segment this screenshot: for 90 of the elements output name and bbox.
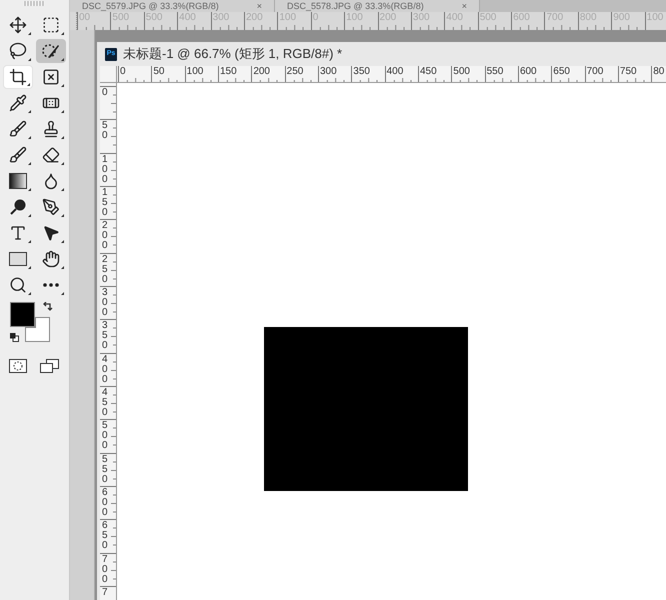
ruler-label: 250 xyxy=(102,254,109,285)
flyout-arrow-icon xyxy=(28,136,31,139)
flyout-arrow-icon xyxy=(28,32,31,35)
document-tab[interactable]: DSC_5579.JPG @ 33.3%(RGB/8) × xyxy=(70,0,275,12)
ruler-label: 250 xyxy=(286,66,304,78)
ruler-label: 350 xyxy=(353,66,370,78)
lollipop-icon xyxy=(9,198,27,216)
ruler-label: 750 xyxy=(620,66,637,78)
ruler-label: 400 xyxy=(386,66,404,78)
ruler-label: 700 xyxy=(586,66,604,78)
stamp-icon xyxy=(42,120,60,138)
flyout-arrow-icon xyxy=(61,58,64,61)
ruler-label: 100 xyxy=(186,66,204,78)
ruler-label: 700 xyxy=(102,554,109,585)
tab-title: DSC_5578.JPG @ 33.3%(RGB/8) xyxy=(287,1,424,11)
ruler-label: 100 xyxy=(102,154,109,185)
document-tab[interactable]: DSC_5578.JPG @ 33.3%(RGB/8) × xyxy=(275,0,480,12)
screen-mode-icon[interactable] xyxy=(40,359,60,374)
dashed-square-icon xyxy=(42,16,60,34)
flyout-arrow-icon xyxy=(61,84,64,87)
ruler-label: 7 xyxy=(102,588,109,598)
flyout-arrow-icon xyxy=(28,188,31,191)
crop-icon xyxy=(9,68,27,86)
hand-icon xyxy=(42,250,60,268)
search-icon xyxy=(9,276,27,294)
ruler-label: 450 xyxy=(420,66,437,78)
droplet-icon xyxy=(42,172,60,190)
eyedropper-icon xyxy=(9,94,27,112)
pointer-icon xyxy=(42,224,60,242)
ruler-label: 500 xyxy=(453,66,470,78)
ruler-label: 200 xyxy=(253,66,270,78)
tab-title: DSC_5579.JPG @ 33.3%(RGB/8) xyxy=(82,1,219,11)
flyout-arrow-icon xyxy=(61,162,64,165)
tool-button[interactable] xyxy=(3,65,33,89)
brush-icon xyxy=(9,146,27,164)
flyout-arrow-icon xyxy=(61,188,64,191)
ruler-label: 50 xyxy=(153,66,164,78)
ruler-label: 300 xyxy=(102,288,109,318)
move-arrows-icon xyxy=(9,16,27,34)
flyout-arrow-icon xyxy=(28,266,31,269)
ruler-label: 450 xyxy=(102,388,109,418)
flyout-arrow-icon xyxy=(61,32,64,35)
flyout-arrow-icon xyxy=(28,162,31,165)
swap-arrows-icon[interactable] xyxy=(42,302,52,313)
rectangle-icon xyxy=(9,252,27,266)
flyout-arrow-icon xyxy=(28,110,31,113)
ruler-label: 150 xyxy=(102,188,109,218)
ruler-label: 350 xyxy=(102,321,109,352)
lasso-icon xyxy=(9,42,27,60)
close-button[interactable]: × xyxy=(462,1,467,11)
default-colors-icon[interactable] xyxy=(10,333,18,342)
letter-t-icon xyxy=(9,224,27,242)
ruler-label: 600 xyxy=(102,488,109,518)
brush-icon xyxy=(9,120,27,138)
flyout-arrow-icon xyxy=(28,292,31,295)
ruler-label: 200 xyxy=(102,221,109,252)
crossed-square-icon xyxy=(42,68,60,86)
tool-button[interactable] xyxy=(36,39,66,63)
grip-icon xyxy=(24,1,46,6)
ruler-label: 550 xyxy=(102,454,109,485)
flyout-arrow-icon xyxy=(61,240,64,243)
flyout-arrow-icon xyxy=(28,240,31,243)
flyout-arrow-icon xyxy=(28,214,31,217)
close-button[interactable]: × xyxy=(256,1,262,11)
ruler-label: 80 xyxy=(653,66,664,78)
flyout-arrow-icon xyxy=(28,58,31,61)
ruler-label: 0 xyxy=(102,88,109,98)
ellipsis-icon xyxy=(43,283,59,287)
quick-mask-icon[interactable] xyxy=(9,359,27,373)
flyout-arrow-icon xyxy=(61,266,64,269)
flyout-arrow-icon xyxy=(61,292,64,295)
ruler-label: 50 xyxy=(102,121,109,142)
pen-nib-icon xyxy=(42,198,60,216)
flyout-arrow-icon xyxy=(61,136,64,139)
document-title: 未标题-1 @ 66.7% (矩形 1, RGB/8#) * xyxy=(123,45,342,64)
eraser-icon xyxy=(42,146,60,164)
ruler-label: 650 xyxy=(102,521,109,552)
ruler-label: 150 xyxy=(220,66,237,78)
flyout-arrow-icon xyxy=(61,214,64,217)
ruler-label: 300 xyxy=(320,66,337,78)
ruler-label: 500 xyxy=(102,421,109,452)
flyout-arrow-icon xyxy=(27,83,30,86)
ruler-label: 600 xyxy=(520,66,537,78)
gradient-square-icon xyxy=(9,173,27,189)
ruler-label: 550 xyxy=(486,66,504,78)
foreground-color-swatch[interactable] xyxy=(10,302,34,327)
ruler-label: 0 xyxy=(120,66,126,78)
ruler-label: 400 xyxy=(102,354,109,385)
flyout-arrow-icon xyxy=(61,110,64,113)
ruler-label: 650 xyxy=(553,66,570,78)
